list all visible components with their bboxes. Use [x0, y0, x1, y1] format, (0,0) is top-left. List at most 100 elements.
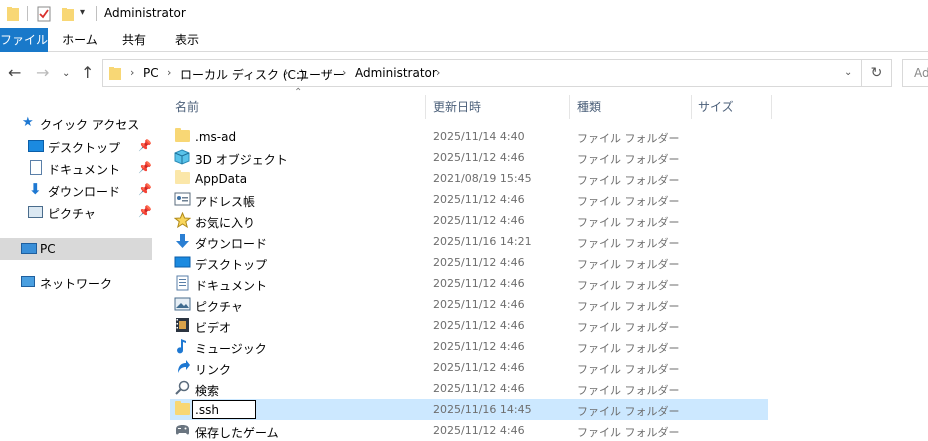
file-row[interactable]: ビデオ 2025/11/12 4:46 ファイル フォルダー	[170, 315, 768, 336]
network-icon	[21, 276, 35, 287]
saved-games-icon	[174, 422, 191, 438]
file-type: ファイル フォルダー	[577, 426, 680, 439]
file-row[interactable]: ダウンロード 2025/11/16 14:21 ファイル フォルダー	[170, 231, 768, 252]
star-icon: ★	[22, 115, 34, 130]
refresh-icon[interactable]: ↻	[862, 59, 892, 87]
breadcrumb-users[interactable]: ユーザー	[297, 66, 345, 83]
links-arrow-icon	[174, 359, 191, 375]
file-row[interactable]: アドレス帳 2025/11/12 4:46 ファイル フォルダー	[170, 189, 768, 210]
sidebar-item-desktop[interactable]: デスクトップ 📌	[0, 135, 152, 157]
address-row: ← → ⌄ ↑ › PC › ローカル ディスク (C:) › ユーザー › A…	[0, 53, 928, 93]
sidebar-item-network[interactable]: ネットワーク	[0, 271, 152, 293]
column-header-date[interactable]: 更新日時	[433, 93, 481, 121]
file-date: 2025/11/12 4:46	[433, 361, 525, 374]
file-date: 2025/11/12 4:46	[433, 151, 525, 164]
file-name: ビデオ	[195, 321, 232, 335]
column-header-size[interactable]: サイズ	[698, 93, 734, 121]
file-type: ファイル フォルダー	[577, 216, 680, 229]
file-row[interactable]: 検索 2025/11/12 4:46 ファイル フォルダー	[170, 378, 768, 399]
file-row[interactable]: .ssh 2025/11/16 14:45 ファイル フォルダー	[170, 399, 768, 420]
pin-icon[interactable]: 📌	[138, 183, 152, 196]
file-date: 2025/11/12 4:46	[433, 298, 525, 311]
folder-hidden-icon	[174, 170, 191, 186]
sidebar-item-downloads[interactable]: ⬇ ダウンロード 📌	[0, 179, 152, 201]
file-row[interactable]: ドキュメント 2025/11/12 4:46 ファイル フォルダー	[170, 273, 768, 294]
pin-icon[interactable]: 📌	[138, 205, 152, 218]
file-type: ファイル フォルダー	[577, 174, 680, 187]
file-row[interactable]: 保存したゲーム 2025/11/12 4:46 ファイル フォルダー	[170, 420, 768, 441]
file-name: アドレス帳	[195, 195, 256, 209]
navigation-pane: ★ クイック アクセス デスクトップ 📌 ドキュメント 📌 ⬇ ダウンロード 📌…	[0, 93, 155, 440]
file-row[interactable]: デスクトップ 2025/11/12 4:46 ファイル フォルダー	[170, 252, 768, 273]
documents-icon	[174, 275, 191, 291]
file-name: ドキュメント	[195, 279, 268, 293]
file-type: ファイル フォルダー	[577, 300, 680, 313]
file-name: ミュージック	[195, 342, 267, 356]
recent-locations-chevron-icon[interactable]: ⌄	[62, 66, 70, 82]
file-row[interactable]: 3D オブジェクト 2025/11/12 4:46 ファイル フォルダー	[170, 147, 768, 168]
download-arrow-icon: ⬇	[29, 180, 42, 198]
customize-dropdown-icon[interactable]: ▾	[80, 7, 85, 23]
new-folder-icon[interactable]	[61, 6, 75, 22]
file-type: ファイル フォルダー	[577, 153, 680, 166]
file-row[interactable]: ピクチャ 2025/11/12 4:46 ファイル フォルダー	[170, 294, 768, 315]
sidebar-item-pc[interactable]: PC	[0, 238, 152, 260]
tab-view[interactable]: 表示	[164, 28, 210, 52]
file-date: 2025/11/14 4:40	[433, 130, 525, 143]
file-type: ファイル フォルダー	[577, 258, 680, 271]
title-bar: ▾ Administrator	[0, 0, 928, 28]
up-arrow-icon[interactable]: ↑	[81, 65, 94, 81]
file-type: ファイル フォルダー	[577, 279, 680, 292]
breadcrumb-chevron-icon[interactable]: ›	[284, 66, 288, 79]
breadcrumb-pc[interactable]: PC	[143, 66, 159, 80]
file-type: ファイル フォルダー	[577, 342, 680, 355]
file-row[interactable]: リンク 2025/11/12 4:46 ファイル フォルダー	[170, 357, 768, 378]
sidebar-item-quick-access[interactable]: ★ クイック アクセス	[0, 112, 152, 134]
file-date: 2025/11/12 4:46	[433, 214, 525, 227]
folder-icon	[108, 65, 122, 84]
properties-checkmark-icon[interactable]	[37, 6, 51, 22]
tab-share[interactable]: 共有	[112, 28, 156, 52]
file-row[interactable]: .ms-ad 2025/11/14 4:40 ファイル フォルダー	[170, 126, 768, 147]
file-name: .ms-ad	[195, 130, 237, 144]
search-input[interactable]: Ad	[902, 59, 928, 87]
file-date: 2025/11/12 4:46	[433, 256, 525, 269]
file-type: ファイル フォルダー	[577, 195, 680, 208]
sidebar-item-documents[interactable]: ドキュメント 📌	[0, 157, 152, 179]
pictures-icon	[174, 296, 191, 312]
address-bar[interactable]: › PC › ローカル ディスク (C:) › ユーザー › Administr…	[102, 59, 862, 87]
file-type: ファイル フォルダー	[577, 363, 680, 376]
file-name: ピクチャ	[195, 300, 243, 314]
file-date: 2025/11/12 4:46	[433, 193, 525, 206]
breadcrumb-chevron-icon[interactable]: ›	[436, 66, 440, 79]
videos-icon	[174, 317, 191, 333]
desktop-icon	[28, 140, 44, 152]
search-icon	[174, 380, 191, 396]
breadcrumb-chevron-icon[interactable]: ›	[130, 66, 134, 79]
file-row[interactable]: ミュージック 2025/11/12 4:46 ファイル フォルダー	[170, 336, 768, 357]
pin-icon[interactable]: 📌	[138, 161, 152, 174]
tab-file[interactable]: ファイル	[0, 28, 48, 52]
file-name: リンク	[195, 363, 232, 377]
file-date: 2025/11/12 4:46	[433, 424, 525, 437]
breadcrumb-administrator[interactable]: Administrator	[355, 66, 437, 80]
pin-icon[interactable]: 📌	[138, 139, 152, 152]
forward-arrow-icon[interactable]: →	[36, 65, 49, 81]
column-header-name[interactable]: 名前	[175, 93, 199, 121]
sidebar-item-pictures[interactable]: ピクチャ 📌	[0, 201, 152, 223]
tab-home[interactable]: ホーム	[56, 28, 104, 52]
breadcrumb-chevron-icon[interactable]: ›	[342, 66, 346, 79]
column-header-type[interactable]: 種類	[577, 93, 601, 121]
file-date: 2025/11/12 4:46	[433, 277, 525, 290]
rename-input[interactable]: .ssh	[192, 400, 256, 419]
file-row[interactable]: AppData 2021/08/19 15:45 ファイル フォルダー	[170, 168, 768, 189]
search-placeholder: Ad	[914, 66, 928, 80]
address-history-chevron-icon[interactable]: ⌄	[844, 67, 852, 78]
file-row[interactable]: お気に入り 2025/11/12 4:46 ファイル フォルダー	[170, 210, 768, 231]
file-type: ファイル フォルダー	[577, 132, 680, 145]
pictures-icon	[28, 206, 43, 218]
breadcrumb-chevron-icon[interactable]: ›	[167, 66, 171, 79]
file-name: 検索	[195, 384, 220, 398]
rename-input-value: .ssh	[195, 403, 219, 417]
back-arrow-icon[interactable]: ←	[8, 65, 21, 81]
